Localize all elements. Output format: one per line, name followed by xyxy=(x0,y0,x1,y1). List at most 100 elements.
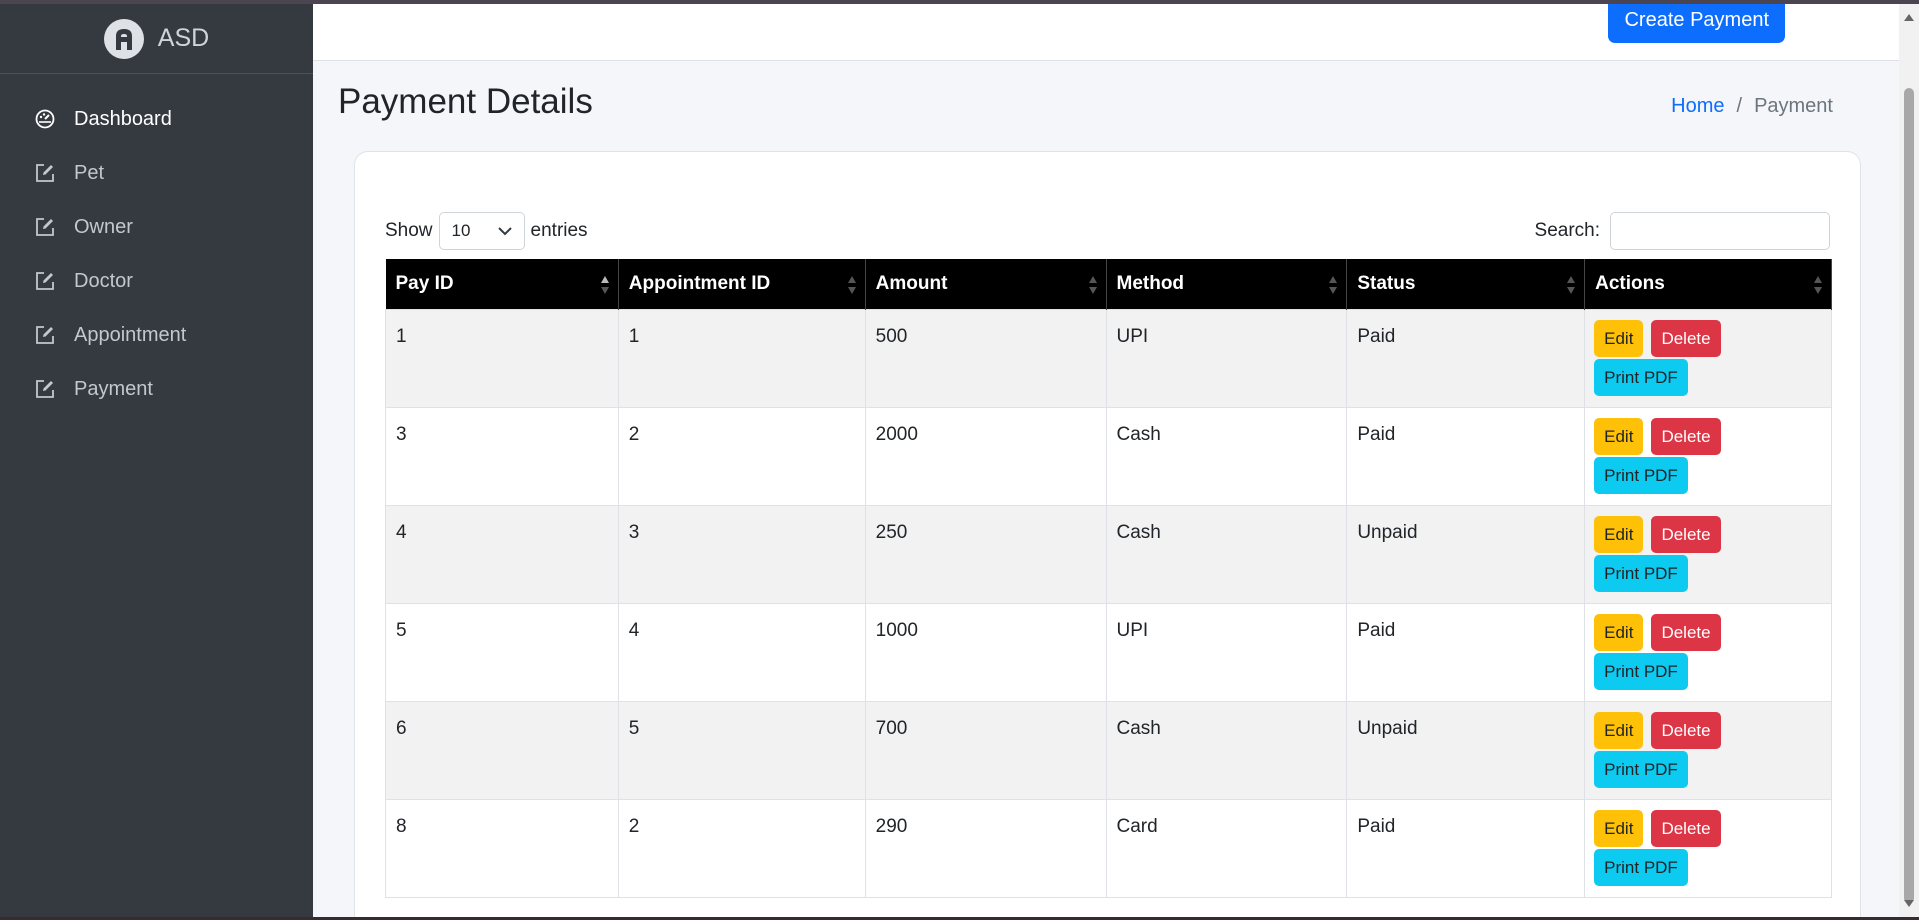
column-header-method[interactable]: Method xyxy=(1106,259,1348,309)
entries-label: entries xyxy=(530,220,588,241)
dashboard-icon xyxy=(34,108,56,130)
brand-logo-icon xyxy=(103,18,144,59)
main-content: Create Payment Payment Details Home / Pa… xyxy=(313,4,1899,917)
edit-button[interactable]: Edit xyxy=(1594,711,1644,749)
chevron-down-icon xyxy=(497,221,512,241)
search-control: Search: xyxy=(1535,212,1830,250)
table-row: 3 2 2000 Cash Paid Edit Delete Print PDF xyxy=(385,406,1832,506)
print-pdf-button[interactable]: Print PDF xyxy=(1594,554,1688,592)
table-row: 6 5 700 Cash Unpaid Edit Delete Print PDF xyxy=(385,700,1832,800)
cell-pay-id: 1 xyxy=(385,308,619,408)
column-header-amount[interactable]: Amount xyxy=(865,259,1107,309)
column-header-label: Status xyxy=(1357,272,1416,294)
cell-appointment-id: 3 xyxy=(617,504,866,604)
entries-select-value: 10 xyxy=(451,221,471,240)
cell-actions: Edit Delete Print PDF xyxy=(1584,308,1832,408)
delete-button[interactable]: Delete xyxy=(1651,613,1721,651)
breadcrumb: Home / Payment xyxy=(1671,95,1833,118)
delete-button[interactable]: Delete xyxy=(1651,417,1721,455)
sidebar-item-doctor[interactable]: Doctor xyxy=(0,254,313,308)
show-label: Show xyxy=(385,220,433,241)
cell-actions: Edit Delete Print PDF xyxy=(1584,602,1832,702)
cell-appointment-id: 1 xyxy=(617,308,866,408)
payment-table-card: Show 10 entries Search: Pay ID Appointme… xyxy=(354,151,1861,917)
cell-pay-id: 5 xyxy=(385,602,619,702)
print-pdf-button[interactable]: Print PDF xyxy=(1594,652,1688,690)
delete-button[interactable]: Delete xyxy=(1651,711,1721,749)
edit-button[interactable]: Edit xyxy=(1594,417,1644,455)
cell-status: Unpaid xyxy=(1346,504,1586,604)
cell-amount: 250 xyxy=(864,504,1107,604)
breadcrumb-current: Payment xyxy=(1754,95,1833,117)
delete-button[interactable]: Delete xyxy=(1651,319,1721,357)
edit-button[interactable]: Edit xyxy=(1594,515,1644,553)
sort-ascending-icon xyxy=(600,276,609,294)
cell-pay-id: 8 xyxy=(385,798,619,898)
edit-button[interactable]: Edit xyxy=(1594,319,1644,357)
sort-icon xyxy=(847,276,856,294)
edit-icon xyxy=(34,378,56,400)
cell-amount: 2000 xyxy=(864,406,1107,506)
delete-button[interactable]: Delete xyxy=(1651,515,1721,553)
sort-icon xyxy=(1088,276,1097,294)
cell-status: Unpaid xyxy=(1346,700,1586,800)
cell-amount: 700 xyxy=(864,700,1107,800)
scrollbar-thumb[interactable] xyxy=(1904,88,1914,903)
page-scrollbar[interactable] xyxy=(1899,4,1919,917)
table-row: 4 3 250 Cash Unpaid Edit Delete Print PDF xyxy=(385,504,1832,604)
cell-amount: 290 xyxy=(864,798,1107,898)
column-header-status[interactable]: Status xyxy=(1346,259,1586,309)
sort-icon xyxy=(1567,276,1576,294)
print-pdf-button[interactable]: Print PDF xyxy=(1594,848,1688,886)
create-payment-button[interactable]: Create Payment xyxy=(1608,4,1785,43)
cell-pay-id: 6 xyxy=(385,700,619,800)
scroll-down-arrow-icon[interactable] xyxy=(1904,900,1914,907)
column-header-label: Actions xyxy=(1595,272,1665,294)
entries-select[interactable]: 10 xyxy=(438,212,525,250)
sort-icon xyxy=(1814,276,1822,294)
search-label: Search: xyxy=(1534,220,1600,241)
brand[interactable]: ASD xyxy=(0,4,313,74)
cell-amount: 500 xyxy=(864,308,1107,408)
search-input[interactable] xyxy=(1610,212,1830,250)
breadcrumb-home-link[interactable]: Home xyxy=(1671,95,1724,118)
cell-appointment-id: 4 xyxy=(617,602,866,702)
column-header-pay-id[interactable]: Pay ID xyxy=(385,259,619,309)
table-row: 5 4 1000 UPI Paid Edit Delete Print PDF xyxy=(385,602,1832,702)
edit-button[interactable]: Edit xyxy=(1594,613,1644,651)
breadcrumb-separator: / xyxy=(1736,95,1743,117)
cell-method: UPI xyxy=(1105,602,1348,702)
column-header-label: Appointment ID xyxy=(628,272,771,294)
print-pdf-button[interactable]: Print PDF xyxy=(1594,750,1688,788)
column-header-label: Method xyxy=(1116,272,1185,294)
delete-button[interactable]: Delete xyxy=(1651,809,1721,847)
cell-method: Cash xyxy=(1105,700,1348,800)
edit-icon xyxy=(34,270,56,292)
payment-table: Pay ID Appointment ID Amount Method Stat… xyxy=(385,259,1832,898)
cell-actions: Edit Delete Print PDF xyxy=(1584,504,1832,604)
sidebar-item-label: Appointment xyxy=(74,323,187,346)
sidebar-item-label: Owner xyxy=(74,215,133,238)
edit-button[interactable]: Edit xyxy=(1594,809,1644,847)
print-pdf-button[interactable]: Print PDF xyxy=(1594,358,1688,396)
sidebar-item-owner[interactable]: Owner xyxy=(0,200,313,254)
print-pdf-button[interactable]: Print PDF xyxy=(1594,456,1688,494)
sidebar-item-label: Payment xyxy=(74,377,153,400)
datatable-controls: Show 10 entries Search: xyxy=(385,211,1830,251)
table-row: 8 2 290 Card Paid Edit Delete Print PDF xyxy=(385,798,1832,898)
cell-actions: Edit Delete Print PDF xyxy=(1584,406,1832,506)
scroll-up-arrow-icon[interactable] xyxy=(1904,14,1914,21)
cell-pay-id: 4 xyxy=(385,504,619,604)
sidebar: ASD Dashboard Pet Owner Doctor Appointme… xyxy=(0,4,313,917)
entries-length-control: Show 10 entries xyxy=(385,212,588,250)
sidebar-item-dashboard[interactable]: Dashboard xyxy=(0,92,313,146)
sidebar-item-pet[interactable]: Pet xyxy=(0,146,313,200)
table-header-row: Pay ID Appointment ID Amount Method Stat… xyxy=(385,259,1832,309)
cell-actions: Edit Delete Print PDF xyxy=(1584,700,1832,800)
cell-method: Cash xyxy=(1105,406,1348,506)
column-header-appointment-id[interactable]: Appointment ID xyxy=(618,259,866,309)
sidebar-item-appointment[interactable]: Appointment xyxy=(0,308,313,362)
edit-icon xyxy=(34,324,56,346)
column-header-actions[interactable]: Actions xyxy=(1584,259,1832,309)
sidebar-item-payment[interactable]: Payment xyxy=(0,362,313,416)
